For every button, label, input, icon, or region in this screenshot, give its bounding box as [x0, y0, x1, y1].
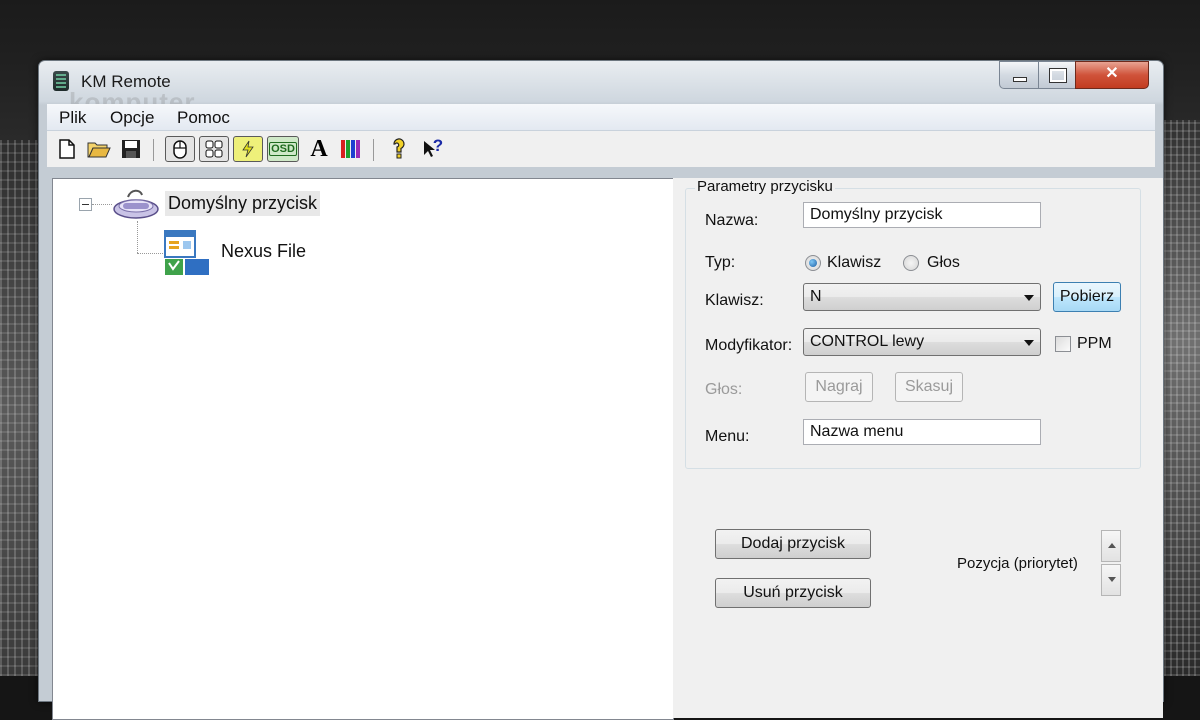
key-select-value: N: [810, 288, 822, 305]
add-button[interactable]: Dodaj przycisk: [715, 529, 871, 559]
ppm-label[interactable]: PPM: [1077, 335, 1112, 353]
tree-connector: [137, 253, 163, 254]
application-icon: [163, 229, 211, 277]
fetch-button[interactable]: Pobierz: [1053, 282, 1121, 312]
chevron-down-icon: [1024, 295, 1034, 301]
open-folder-icon[interactable]: [87, 137, 111, 161]
name-field[interactable]: Domyślny przycisk: [803, 202, 1041, 228]
mouse-icon[interactable]: [165, 136, 195, 162]
close-button[interactable]: ✕: [1075, 61, 1149, 89]
type-key-radio[interactable]: [805, 255, 821, 271]
minimize-button[interactable]: [999, 61, 1039, 89]
voice-label: Głos:: [705, 381, 743, 398]
grid-icon[interactable]: [199, 136, 229, 162]
app-window: KM Remote komputer ✕ Plik Opcje Pomoc OS…: [38, 60, 1164, 720]
lightning-icon[interactable]: [233, 136, 263, 162]
button-tree[interactable]: Domyślny przycisk Nexus File: [52, 178, 674, 720]
tree-connector: [92, 204, 112, 205]
key-label: Klawisz:: [705, 292, 764, 309]
menu-plik[interactable]: Plik: [59, 108, 86, 128]
remote-control-icon: [111, 187, 161, 221]
context-help-mark: ?: [432, 136, 444, 155]
tree-connector: [137, 221, 138, 253]
maximize-button[interactable]: [1038, 61, 1076, 89]
wallpaper-city-left: [0, 140, 42, 676]
tree-collapse-toggle[interactable]: [79, 198, 92, 211]
close-icon: ✕: [1105, 65, 1119, 82]
tree-node-root[interactable]: Domyślny przycisk: [165, 191, 321, 216]
priority-up-button[interactable]: [1101, 530, 1121, 562]
toolbar: OSD A ?: [47, 131, 1155, 167]
chevron-down-icon: [1024, 340, 1034, 346]
menu-pomoc[interactable]: Pomoc: [177, 108, 230, 128]
name-label: Nazwa:: [705, 212, 759, 229]
menu-bar: Plik Opcje Pomoc: [47, 104, 1155, 131]
record-button[interactable]: Nagraj: [805, 372, 873, 402]
menu-opcje[interactable]: Opcje: [110, 108, 154, 128]
new-file-icon[interactable]: [55, 137, 79, 161]
chevron-up-icon: [1108, 543, 1116, 548]
color-bars-icon[interactable]: [339, 137, 363, 161]
modifier-label: Modyfikator:: [705, 337, 793, 354]
osd-icon[interactable]: OSD: [267, 136, 299, 162]
tree-node-child[interactable]: Nexus File: [221, 241, 306, 262]
toolbar-separator: [153, 139, 154, 161]
toolbar-separator: [373, 139, 374, 161]
modifier-select[interactable]: CONTROL lewy: [803, 328, 1041, 356]
save-icon[interactable]: [119, 137, 143, 161]
context-help-icon[interactable]: ?: [419, 136, 447, 161]
type-label: Typ:: [705, 254, 736, 271]
delete-voice-button[interactable]: Skasuj: [895, 372, 963, 402]
priority-down-button[interactable]: [1101, 564, 1121, 596]
help-icon[interactable]: [387, 137, 411, 161]
key-select[interactable]: N: [803, 283, 1041, 311]
osd-icon-label: OSD: [269, 142, 297, 156]
chevron-down-icon: [1108, 577, 1116, 582]
title-bar[interactable]: KM Remote komputer ✕: [39, 61, 1163, 117]
font-icon[interactable]: A: [307, 136, 331, 162]
position-label: Pozycja (priorytet): [957, 555, 1078, 572]
type-voice-label[interactable]: Głos: [927, 254, 960, 272]
app-icon[interactable]: [53, 71, 69, 91]
group-title: Parametry przycisku: [695, 178, 835, 195]
remove-button[interactable]: Usuń przycisk: [715, 578, 871, 608]
parameters-panel: Parametry przycisku Nazwa: Domyślny przy…: [673, 178, 1163, 718]
type-voice-radio[interactable]: [903, 255, 919, 271]
menu-field[interactable]: Nazwa menu: [803, 419, 1041, 445]
wallpaper-city-right: [1158, 120, 1200, 676]
modifier-select-value: CONTROL lewy: [810, 333, 925, 350]
ppm-checkbox[interactable]: [1055, 336, 1071, 352]
menu-label: Menu:: [705, 428, 750, 445]
type-key-label[interactable]: Klawisz: [827, 254, 881, 272]
